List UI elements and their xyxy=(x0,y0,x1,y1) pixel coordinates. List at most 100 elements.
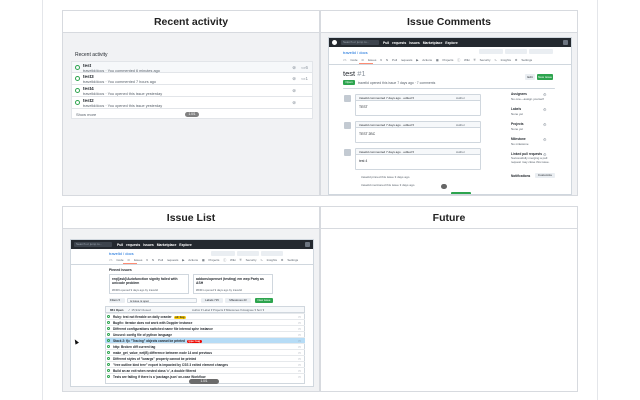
activity-meta: travelid/docs · You commented 7 hours ag… xyxy=(83,79,157,84)
avatar[interactable] xyxy=(344,122,351,129)
table-row[interactable]: Bugfix: iterator does not work with Dopp… xyxy=(105,319,305,325)
sidebar-value: No milestone xyxy=(511,142,529,146)
table-row[interactable]: http: Broken diff current tag ▭ xyxy=(105,343,305,349)
comment-icon: ▭ xyxy=(298,362,301,367)
watch-button[interactable] xyxy=(479,49,503,54)
sort-menus[interactable]: Author ▾ Label ▾ Projects ▾ Milestones ▾… xyxy=(192,308,264,312)
activity-title[interactable]: test xyxy=(83,63,91,68)
cell-title: Issue List xyxy=(63,207,319,229)
activity-title[interactable]: test4 xyxy=(83,86,94,91)
issue-title-link[interactable]: Build an an exit when nested class 'c', … xyxy=(113,369,196,373)
activity-item[interactable]: test2 travelid/docs · You opened this is… xyxy=(71,97,313,109)
issue-open-icon xyxy=(107,369,110,373)
avatar[interactable] xyxy=(344,149,351,156)
issue-title-link[interactable]: Bugfix: iterator does not work with Dopp… xyxy=(113,321,192,325)
unpin-icon[interactable]: ⊗ xyxy=(292,65,296,71)
filters-button[interactable]: Filters ▾ xyxy=(109,298,125,303)
activity-item[interactable]: test3 travelid/docs · You commented 7 ho… xyxy=(71,73,313,85)
sidebar-value: None yet xyxy=(511,112,524,116)
labels-button[interactable]: Labels 715 xyxy=(201,298,223,303)
table-row[interactable]: Build an an exit when nested class 'c', … xyxy=(105,367,305,373)
closed-count[interactable]: ✓ 15,942 Closed xyxy=(128,308,151,312)
repo-tabs[interactable]: <> Code ⊙ Issues 6 ⇅ Pull requests ▶ Act… xyxy=(109,258,298,262)
open-count[interactable]: 861 Open xyxy=(110,308,124,312)
issue-title-link[interactable]: make_get_value_wrt(B) difference between… xyxy=(113,351,212,355)
activity-title[interactable]: test2 xyxy=(83,98,94,103)
avatar[interactable] xyxy=(305,242,310,247)
pinned-card[interactable]: addons/openset (testing) em wep Party as… xyxy=(193,274,273,294)
new-issue-button[interactable]: New issue xyxy=(537,74,553,80)
issue-list-cell: Issue List Search or jump to... Pull req… xyxy=(62,206,320,392)
issue-title-link[interactable]: Different styles of "kwargs" property ca… xyxy=(113,357,196,361)
gear-icon[interactable]: ⚙ xyxy=(543,92,547,97)
unpin-icon[interactable]: ⊗ xyxy=(292,88,296,94)
repo-breadcrumb[interactable]: travelid / docs xyxy=(109,251,134,256)
issue-title-link[interactable]: Unused: config file of python language xyxy=(113,333,172,337)
comment-icon: ▭ xyxy=(298,338,301,343)
issue-title-link[interactable]: http: Broken diff current tag xyxy=(113,345,155,349)
comment-icon: ▭ xyxy=(298,374,301,379)
pinned-card[interactable]: req/[ask]/Autofunction signity failed wi… xyxy=(109,274,189,294)
activity-item[interactable]: test travelid/docs · You commented 6 min… xyxy=(71,61,313,73)
gear-icon[interactable]: ⚙ xyxy=(543,152,547,157)
watch-button[interactable] xyxy=(211,251,235,256)
tab-divider xyxy=(71,264,313,265)
github-logo-icon[interactable] xyxy=(332,40,337,45)
sidebar-value: None yet xyxy=(511,127,524,131)
header-nav[interactable]: Pull requests Issues Marketplace Explore xyxy=(383,41,458,45)
sidebar-value[interactable]: No one—assign yourself xyxy=(511,97,544,101)
unpin-icon[interactable]: ⊗ xyxy=(292,100,296,106)
issue-title-link[interactable]: Different configurations switched name f… xyxy=(113,327,213,331)
header-nav[interactable]: Pull requests Issues Marketplace Explore xyxy=(117,243,192,247)
table-row[interactable]: Different configurations switched name f… xyxy=(105,325,305,331)
timeline-event: travelid mentioned this issue 3 days ago xyxy=(361,183,415,187)
comment-header: travelid commented 7 days ago · edited ▾ xyxy=(359,123,414,127)
edit-button[interactable]: Edit xyxy=(525,74,535,80)
pinned-title[interactable]: addons/openset (testing) em wep Party as… xyxy=(196,277,270,285)
table-row[interactable]: Ruby: test not fireable on daily crawler… xyxy=(105,313,305,319)
repo-breadcrumb[interactable]: travelid / docs xyxy=(343,50,368,55)
activity-item[interactable]: test4 travelid/docs · You opened this is… xyxy=(71,85,313,97)
repo-tabs[interactable]: <> Code ⊙ Issues 6 ⇅ Pull requests ▶ Act… xyxy=(343,58,532,62)
issue-title-link[interactable]: Stack 2: f(c "Tracing" objects cannot be… xyxy=(113,339,202,343)
star-button[interactable] xyxy=(505,49,527,54)
search-input[interactable]: Search or jump to... xyxy=(341,40,379,45)
issue-open-icon xyxy=(107,363,110,367)
activity-title[interactable]: test3 xyxy=(83,74,94,79)
avatar[interactable] xyxy=(344,95,351,102)
sidebar-label: Notifications xyxy=(511,174,531,178)
search-input[interactable]: Search or jump to... xyxy=(74,242,112,247)
new-issue-button[interactable]: New issue xyxy=(255,298,273,303)
sidebar-label: Labels xyxy=(511,107,522,111)
issue-open-icon xyxy=(107,315,110,319)
gear-icon[interactable]: ⚙ xyxy=(543,122,547,127)
table-row[interactable]: make_get_value_wrt(B) difference between… xyxy=(105,349,305,355)
pinned-title[interactable]: req/[ask]/Autofunction signity failed wi… xyxy=(112,277,186,285)
table-row[interactable]: "tree outline kind tree" export is impac… xyxy=(105,361,305,367)
star-button[interactable] xyxy=(237,251,259,256)
milestones-button[interactable]: Milestones 23 xyxy=(225,298,251,303)
future-cell: Future xyxy=(320,206,578,392)
issue-open-icon xyxy=(107,345,110,349)
table-row[interactable]: Unused: config file of python language ▭ xyxy=(105,331,305,337)
comment-icon: ▭ xyxy=(298,356,301,361)
unpin-icon[interactable]: ⊗ xyxy=(292,76,296,82)
fork-button[interactable] xyxy=(529,49,553,54)
issue-title-link[interactable]: Ruby: test not fireable on daily crawler… xyxy=(113,315,187,319)
github-issue-page: Search or jump to... Pull requests Issue… xyxy=(328,37,572,195)
fork-button[interactable] xyxy=(261,251,283,256)
author-tag: Author xyxy=(456,150,465,154)
gear-icon[interactable]: ⚙ xyxy=(543,137,547,142)
table-row[interactable]: Tests are failing if there is a 'package… xyxy=(105,373,305,379)
show-more-link[interactable]: Show more xyxy=(76,112,96,117)
issue-search-input[interactable]: is:issue is:open xyxy=(127,298,197,303)
pinned-heading: Pinned issues xyxy=(109,268,132,272)
avatar[interactable] xyxy=(563,40,568,45)
table-row[interactable]: Stack 2: f(c "Tracing" objects cannot be… xyxy=(105,337,305,343)
customize-button[interactable]: Customize xyxy=(535,173,555,178)
issue-title-link[interactable]: Tests are failing if there is a 'package… xyxy=(113,375,205,379)
gear-icon[interactable]: ⚙ xyxy=(543,107,547,112)
issue-title-link[interactable]: "tree outline kind tree" export is impac… xyxy=(113,363,228,367)
recent-activity-cell: Recent activity Recent activity test tra… xyxy=(62,10,320,196)
table-row[interactable]: Different styles of "kwargs" property ca… xyxy=(105,355,305,361)
